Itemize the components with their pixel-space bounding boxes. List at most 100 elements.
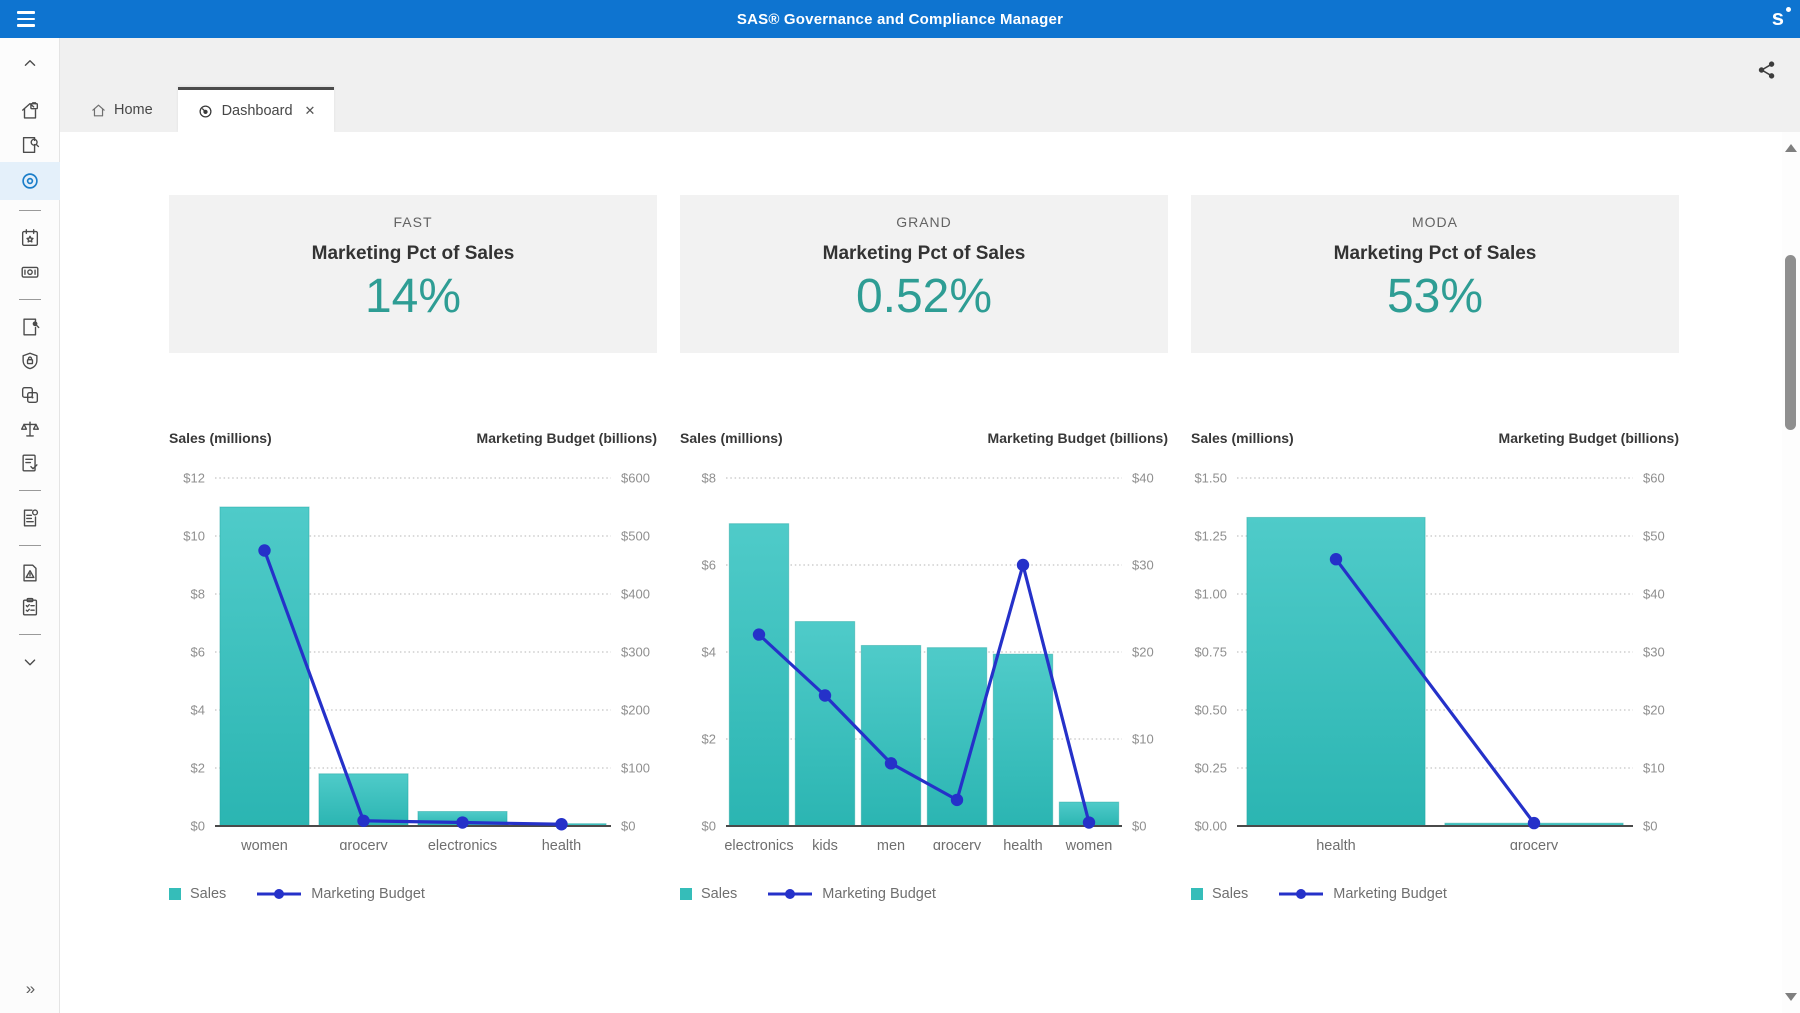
vertical-scrollbar[interactable] [1782,132,1800,1013]
line-point-grocery[interactable] [1528,817,1540,829]
sidebar-item-calendar[interactable] [0,221,60,255]
combo-chart-moda[interactable]: $1.50$60$1.25$50$1.00$40$0.75$30$0.50$20… [1191,450,1679,850]
bar-men[interactable] [861,645,920,826]
category-label-women[interactable]: women [240,838,288,850]
sidebar-expand-button[interactable]: » [26,979,33,1013]
left-sidebar: » [0,38,60,1013]
right-axis-tick: $400 [621,587,650,602]
left-axis-tick: $2 [191,761,205,776]
legend-item-marketing-budget[interactable]: Marketing Budget [1278,886,1447,902]
line-point-health[interactable] [1017,559,1029,571]
right-axis-title: Marketing Budget (billions) [1499,430,1679,450]
tab-dashboard-label: Dashboard [222,103,293,119]
category-label-electronics[interactable]: electronics [724,838,793,850]
tab-close-icon[interactable]: ✕ [305,103,316,119]
scroll-up-arrow-icon[interactable] [1785,144,1797,152]
sidebar-item-report-search[interactable] [0,128,60,162]
line-series-swatch-icon [256,888,302,900]
kpi-card-fast: FAST Marketing Pct of Sales 14% [169,195,657,353]
right-axis-tick: $0 [621,819,635,834]
right-axis-tick: $30 [1132,558,1154,573]
line-point-electronics[interactable] [456,816,468,828]
right-axis-tick: $0 [1643,819,1657,834]
right-axis-tick: $40 [1643,587,1665,602]
legend-item-marketing-budget[interactable]: Marketing Budget [767,886,936,902]
right-axis-tick: $500 [621,529,650,544]
sidebar-item-workspace[interactable] [0,94,60,128]
category-label-grocery[interactable]: grocery [339,838,388,850]
line-point-women[interactable] [1083,816,1095,828]
sidebar-item-tasks[interactable] [0,446,60,480]
category-label-grocery[interactable]: grocery [1510,838,1559,850]
sidebar-divider [19,634,41,635]
sidebar-item-issues[interactable] [0,556,60,590]
scroll-down-arrow-icon[interactable] [1785,993,1797,1001]
left-axis-tick: $0 [702,819,716,834]
kpi-row: FAST Marketing Pct of Sales 14% GRAND Ma… [169,195,1800,353]
line-point-grocery[interactable] [951,794,963,806]
workspace-home-icon [19,100,41,122]
left-axis-tick: $0 [191,819,205,834]
legend-item-sales[interactable]: Sales [680,886,737,902]
legend-item-sales[interactable]: Sales [169,886,226,902]
combo-chart-grand[interactable]: $8$40$6$30$4$20$2$10$0$0electronicskidsm… [680,450,1168,850]
category-label-health[interactable]: health [1316,838,1356,850]
sidebar-item-budget[interactable] [0,255,60,289]
right-axis-tick: $10 [1132,732,1154,747]
bar-health[interactable] [993,654,1052,826]
sidebar-item-page-search[interactable] [0,310,60,344]
sidebar-scroll-down-button[interactable] [0,645,60,679]
sidebar-item-assessments[interactable] [0,590,60,624]
sidebar-item-dashboard[interactable] [0,162,60,200]
legend-item-marketing-budget[interactable]: Marketing Budget [256,886,425,902]
line-point-health[interactable] [555,818,567,830]
sidebar-item-policies[interactable] [0,501,60,535]
combo-chart-fast[interactable]: $12$600$10$500$8$400$6$300$4$200$2$100$0… [169,450,657,850]
line-point-grocery[interactable] [357,815,369,827]
bar-electronics[interactable] [729,524,788,826]
category-label-women[interactable]: women [1065,838,1113,850]
line-point-health[interactable] [1330,553,1342,565]
kpi-value: 14% [169,269,657,324]
bar-kids[interactable] [795,622,854,826]
line-point-kids[interactable] [819,689,831,701]
left-axis-tick: $6 [191,645,205,660]
tab-home[interactable]: Home [90,88,153,132]
category-label-health[interactable]: health [542,838,582,850]
report-search-icon [19,134,41,156]
sample-dice-icon [19,384,41,406]
sidebar-scroll-up-button[interactable] [0,46,60,80]
sidebar-item-samples[interactable] [0,378,60,412]
category-label-men[interactable]: men [877,838,905,850]
category-label-kids[interactable]: kids [812,838,838,850]
left-axis-title: Sales (millions) [169,430,272,450]
chart-legend: Sales Marketing Budget [169,886,657,902]
scrollbar-thumb[interactable] [1785,255,1796,430]
document-gear-icon [19,507,41,529]
right-axis-tick: $40 [1132,471,1154,486]
line-point-women[interactable] [258,544,270,556]
right-axis-tick: $100 [621,761,650,776]
sales-swatch-icon [169,888,181,900]
main-area: Home Dashboard ✕ FAST Marketing Pct of S… [60,38,1800,1013]
tab-dashboard[interactable]: Dashboard ✕ [178,87,334,132]
legend-item-sales[interactable]: Sales [1191,886,1248,902]
category-label-electronics[interactable]: electronics [428,838,497,850]
kpi-value: 53% [1191,269,1679,324]
chart-panel-moda: Sales (millions) Marketing Budget (billi… [1191,430,1679,902]
scales-icon [19,418,41,440]
left-axis-tick: $2 [702,732,716,747]
category-label-health[interactable]: health [1003,838,1043,850]
tab-bar: Home Dashboard ✕ [60,38,1800,132]
line-point-men[interactable] [885,757,897,769]
sidebar-item-security[interactable] [0,344,60,378]
left-axis-tick: $0.75 [1194,645,1227,660]
category-label-grocery[interactable]: grocery [933,838,982,850]
sidebar-item-compliance[interactable] [0,412,60,446]
kpi-metric: Marketing Pct of Sales [680,243,1168,265]
left-axis-tick: $0.00 [1194,819,1227,834]
left-axis-tick: $10 [183,529,205,544]
line-point-electronics[interactable] [753,628,765,640]
share-button[interactable] [1752,55,1782,85]
cash-icon [19,261,41,283]
